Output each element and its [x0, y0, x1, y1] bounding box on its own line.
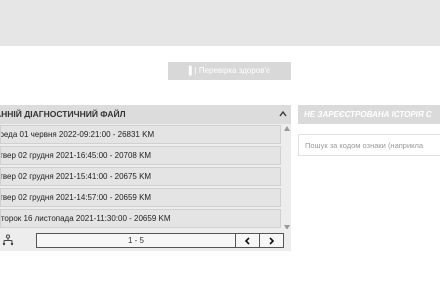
diagnostic-panel-header[interactable]: АННІЙ ДІАГНОСТИЧНИЙ ФАЙЛ [0, 105, 291, 124]
diagnostic-file-row[interactable]: етвер 02 грудня 2021-14:57:00 - 20659 KM [0, 188, 281, 207]
unregistered-history-panel: НЕ ЗАРЕЄСТРОВАНА ІСТОРІЯ С [298, 105, 440, 165]
pagination: 1 - 5 [36, 233, 284, 248]
diagnostic-files-panel: АННІЙ ДІАГНОСТИЧНИЙ ФАЙЛ ереда 01 червня… [0, 105, 291, 251]
diagnostic-file-list: ереда 01 червня 2022-09:21:00 - 26831 KM… [0, 125, 281, 231]
unregistered-history-title: НЕ ЗАРЕЄСТРОВАНА ІСТОРІЯ С [304, 110, 432, 119]
code-search-input[interactable] [305, 135, 440, 155]
diagnostic-file-label: ереда 01 червня 2022-09:21:00 - 26831 KM [0, 130, 155, 139]
diagnostic-file-label: етвер 02 грудня 2021-14:57:00 - 20659 KM [0, 193, 152, 202]
page: ▌| Перевірка здоров'є АННІЙ ДІАГНОСТИЧНИ… [0, 0, 440, 288]
hierarchy-icon[interactable] [2, 234, 14, 246]
diagnostic-panel-footer: 1 - 5 [0, 229, 291, 251]
chevron-right-icon [269, 237, 275, 245]
health-check-button[interactable]: ▌| Перевірка здоров'є [168, 62, 291, 80]
chevron-up-icon[interactable] [278, 109, 288, 119]
diagnostic-file-row[interactable]: івторок 16 листопада 2021-11:30:00 - 206… [0, 209, 281, 228]
list-scrollbar[interactable] [283, 125, 291, 231]
pagination-info: 1 - 5 [127, 236, 144, 245]
diagnostic-file-row[interactable]: ереда 01 червня 2022-09:21:00 - 26831 KM [0, 125, 281, 144]
code-search-box [298, 134, 440, 156]
diagnostic-file-row[interactable]: етвер 02 грудня 2021-16:45:00 - 20708 KM [0, 146, 281, 165]
diagnostic-file-label: івторок 16 листопада 2021-11:30:00 - 206… [0, 214, 171, 223]
chevron-left-icon [244, 237, 250, 245]
diagnostic-panel-title: АННІЙ ДІАГНОСТИЧНИЙ ФАЙЛ [0, 109, 126, 119]
unregistered-history-header: НЕ ЗАРЕЄСТРОВАНА ІСТОРІЯ С [298, 105, 440, 124]
diagnostic-file-label: етвер 02 грудня 2021-15:41:00 - 20675 KM [0, 172, 152, 181]
scroll-up-icon[interactable] [284, 126, 290, 131]
previous-page-button[interactable] [235, 234, 259, 247]
diagnostic-file-row[interactable]: етвер 02 грудня 2021-15:41:00 - 20675 KM [0, 167, 281, 186]
next-page-button[interactable] [259, 234, 283, 247]
diagnostic-file-label: етвер 02 грудня 2021-16:45:00 - 20708 KM [0, 151, 152, 160]
top-bar [0, 0, 440, 46]
